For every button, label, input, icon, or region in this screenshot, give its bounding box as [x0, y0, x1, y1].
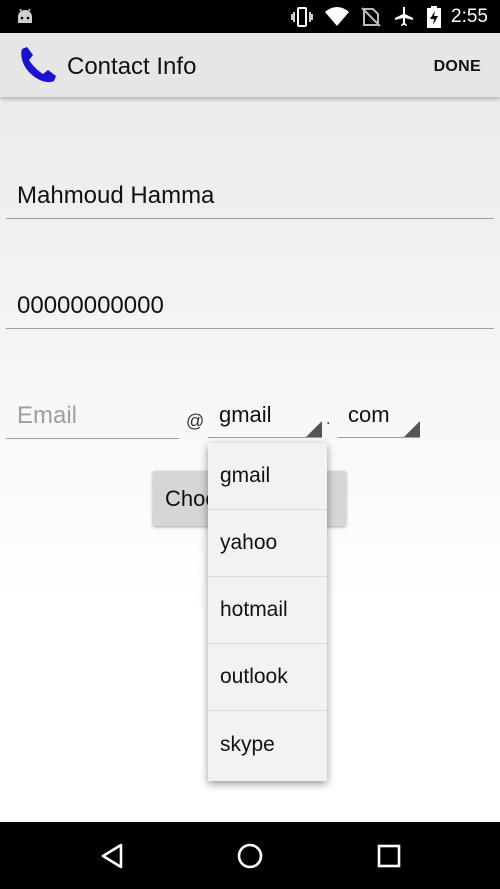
dropdown-option-yahoo[interactable]: yahoo [208, 510, 327, 577]
dropdown-option-gmail[interactable]: gmail [208, 443, 327, 510]
tld-spinner[interactable]: com [338, 402, 420, 438]
wifi-icon [325, 6, 350, 27]
page-title: Contact Info [67, 53, 197, 80]
status-bar: 2:55 [0, 0, 500, 33]
clock: 2:55 [451, 5, 488, 27]
domain-spinner[interactable]: gmail [208, 402, 322, 438]
dot-separator-label: . [326, 411, 331, 428]
back-icon[interactable] [99, 842, 125, 870]
phone-field[interactable]: 00000000000 [6, 292, 494, 329]
home-icon[interactable] [236, 842, 264, 870]
battery-charging-icon [427, 5, 442, 28]
email-field[interactable]: Email [6, 402, 179, 439]
app-bar: Contact Info DONE [0, 33, 500, 97]
android-debug-icon [18, 8, 32, 23]
phone-handset-icon [21, 47, 56, 83]
navigation-bar [0, 822, 500, 889]
tld-selected-value: com [348, 402, 390, 427]
vibrate-icon [291, 6, 313, 27]
at-sign-label: @ [186, 411, 205, 431]
airplane-mode-icon [393, 6, 415, 28]
no-sim-icon [361, 6, 381, 27]
done-button[interactable]: DONE [434, 58, 481, 76]
recents-icon[interactable] [376, 842, 402, 870]
domain-selected-value: gmail [219, 402, 272, 427]
dropdown-option-hotmail[interactable]: hotmail [208, 577, 327, 644]
name-field[interactable]: Mahmoud Hamma [6, 182, 494, 219]
dropdown-arrow-icon [306, 421, 322, 437]
domain-dropdown-menu: gmail yahoo hotmail outlook skype [208, 443, 327, 781]
dropdown-arrow-icon [404, 421, 420, 437]
dropdown-option-skype[interactable]: skype [208, 711, 327, 778]
dropdown-option-outlook[interactable]: outlook [208, 644, 327, 711]
